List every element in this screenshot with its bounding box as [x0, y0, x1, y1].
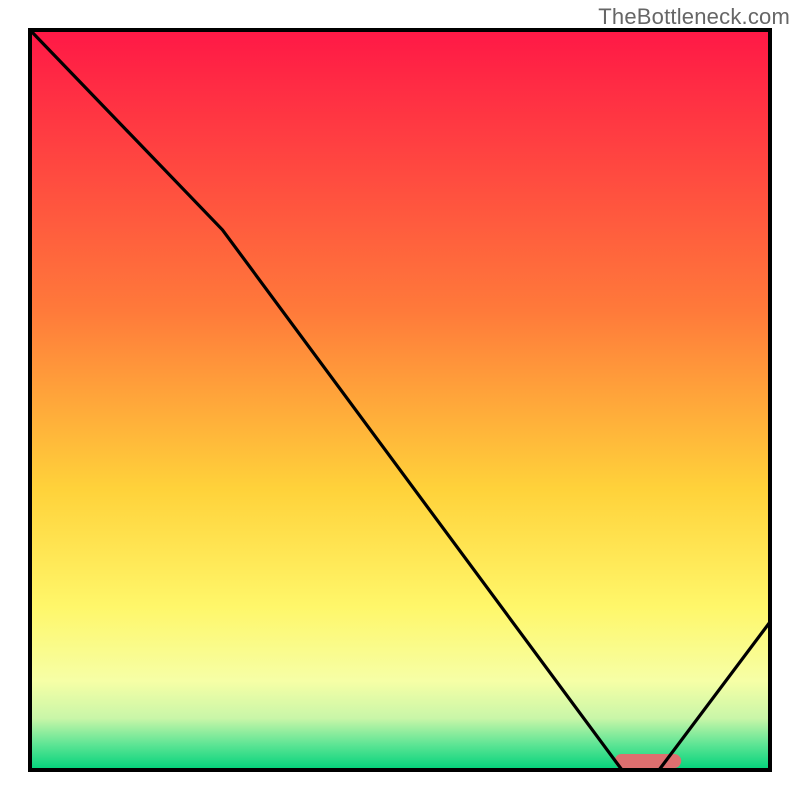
- chart-container: TheBottleneck.com: [0, 0, 800, 800]
- chart-watermark: TheBottleneck.com: [598, 4, 790, 30]
- plot-background: [30, 30, 770, 770]
- bottleneck-chart: [0, 0, 800, 800]
